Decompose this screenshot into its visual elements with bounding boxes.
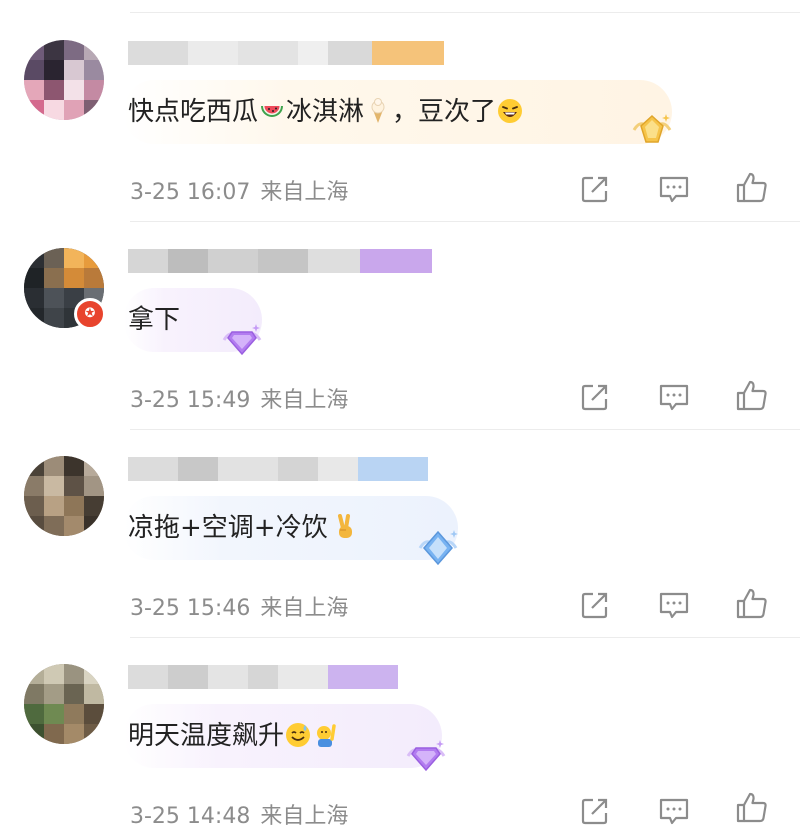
comment-button[interactable] <box>657 588 691 622</box>
comment-item: 快点吃西瓜 冰淇淋 ，豆次了 3-25 16:07 来自上海 <box>0 14 800 222</box>
purple-gem-badge-icon <box>222 324 262 356</box>
avatar[interactable] <box>24 40 104 120</box>
like-button[interactable] <box>735 170 769 204</box>
comment-icon <box>659 176 689 203</box>
share-icon <box>581 176 608 203</box>
ice-cream-emoji <box>371 98 385 123</box>
gold-gem-badge-icon <box>632 114 672 143</box>
thumbs-up-icon <box>736 172 767 203</box>
like-button[interactable] <box>735 790 769 824</box>
share-icon <box>581 592 608 619</box>
victory-hand-emoji <box>337 514 352 538</box>
timestamp: 3-25 16:07 <box>130 180 251 205</box>
comment-item: 凉拖+空调+冷饮 3-25 15:46 来自上海 <box>0 430 800 638</box>
blue-gem-badge-icon <box>418 530 458 566</box>
timestamp: 3-25 14:48 <box>130 804 251 829</box>
avatar[interactable] <box>24 456 104 536</box>
comment-item: ✪ 拿下 3-25 15:49 来自上海 <box>0 222 800 430</box>
comment-icon <box>659 592 689 619</box>
comment-text: 快点吃西瓜 冰淇淋 ，豆次了 <box>128 94 524 130</box>
comment-meta: 3-25 15:46 来自上海 <box>130 590 348 622</box>
share-button[interactable] <box>578 794 612 828</box>
comment-meta: 3-25 14:48 来自上海 <box>130 798 348 830</box>
comment-button[interactable] <box>657 172 691 206</box>
comment-icon <box>659 798 689 825</box>
thumbs-up-icon <box>736 380 767 411</box>
divider <box>130 12 800 13</box>
sweat-smile-emoji <box>286 723 311 747</box>
verified-badge-icon: ✪ <box>74 298 106 330</box>
like-button[interactable] <box>735 586 769 620</box>
comment-button[interactable] <box>657 794 691 828</box>
location: 来自上海 <box>260 804 349 829</box>
comment-text: 明天温度飙升 <box>128 718 340 754</box>
comment-item: 明天温度飙升 3-25 14:48 来自上海 <box>0 638 800 829</box>
share-button[interactable] <box>578 588 612 622</box>
purple-gem-badge-icon <box>406 740 446 772</box>
comment-meta: 3-25 15:49 来自上海 <box>130 382 348 414</box>
like-button[interactable] <box>735 378 769 412</box>
comment-meta: 3-25 16:07 来自上海 <box>130 174 348 206</box>
thumbs-up-icon <box>736 792 767 823</box>
share-button[interactable] <box>578 380 612 414</box>
comment-text: 拿下 <box>128 305 181 335</box>
share-icon <box>581 798 608 825</box>
comment-text: 凉拖+空调+冷饮 <box>128 510 359 546</box>
location: 来自上海 <box>260 180 349 205</box>
username-blurred[interactable] <box>128 662 398 692</box>
thumbs-up-icon <box>736 588 767 619</box>
laughing-face-emoji <box>498 99 523 123</box>
username-blurred[interactable] <box>128 454 428 484</box>
person-raising-hand-emoji <box>317 724 336 747</box>
comment-button[interactable] <box>657 380 691 414</box>
username-blurred[interactable] <box>128 38 444 68</box>
watermelon-emoji <box>261 106 284 117</box>
timestamp: 3-25 15:46 <box>130 596 251 621</box>
username-blurred[interactable] <box>128 246 432 276</box>
avatar[interactable] <box>24 664 104 744</box>
location: 来自上海 <box>260 596 349 621</box>
timestamp: 3-25 15:49 <box>130 388 251 413</box>
comment-icon <box>659 384 689 411</box>
share-button[interactable] <box>578 172 612 206</box>
location: 来自上海 <box>260 388 349 413</box>
share-icon <box>581 384 608 411</box>
